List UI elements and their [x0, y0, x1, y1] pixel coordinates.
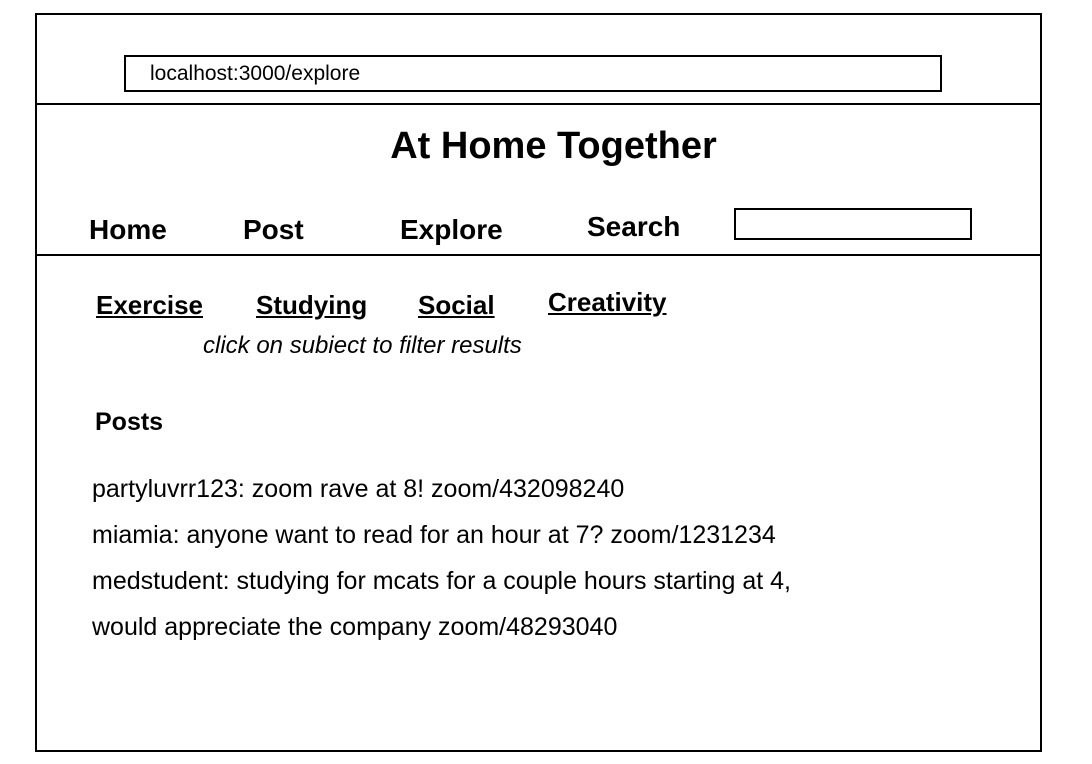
- site-title: At Home Together: [390, 125, 717, 167]
- nav-explore-link[interactable]: Explore: [400, 214, 503, 246]
- post-item: partyluvrr123: zoom rave at 8! zoom/4320…: [92, 475, 625, 503]
- nav-post-link[interactable]: Post: [243, 214, 304, 246]
- url-text: localhost:3000/explore: [150, 62, 361, 85]
- nav-search-label: Search: [587, 211, 681, 242]
- post-item: miamia: anyone want to read for an hour …: [92, 521, 776, 549]
- filter-exercise[interactable]: Exercise: [96, 290, 203, 320]
- filter-social[interactable]: Social: [418, 290, 495, 320]
- posts-heading: Posts: [95, 408, 164, 436]
- filter-studying[interactable]: Studying: [256, 290, 367, 320]
- post-item-continuation: would appreciate the company zoom/482930…: [92, 613, 618, 641]
- nav-home-link[interactable]: Home: [89, 214, 167, 246]
- nav-divider: [35, 254, 1042, 256]
- filter-hint: click on subiect to filter results: [203, 332, 522, 359]
- filter-creativity[interactable]: Creativity: [548, 287, 667, 317]
- browser-divider: [35, 103, 1042, 105]
- search-input[interactable]: [734, 208, 972, 240]
- post-item: medstudent: studying for mcats for a cou…: [92, 567, 791, 595]
- url-bar[interactable]: localhost:3000/explore: [124, 55, 942, 92]
